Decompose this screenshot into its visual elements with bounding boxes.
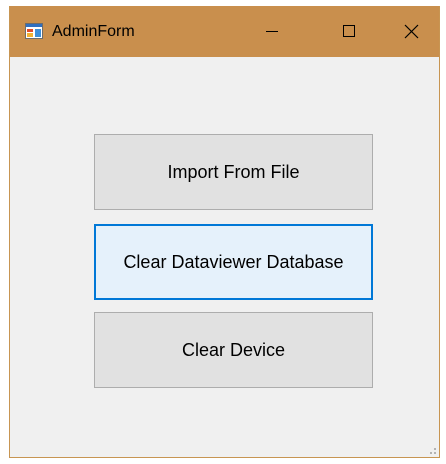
title-bar[interactable]: AdminForm [10, 6, 439, 57]
import-from-file-label: Import From File [167, 161, 300, 182]
resize-grip-icon[interactable] [427, 445, 437, 455]
import-from-file-button[interactable]: Import From File [94, 134, 373, 210]
minimize-icon [266, 31, 278, 32]
app-icon [25, 23, 43, 39]
maximize-button[interactable] [320, 6, 378, 57]
clear-dataviewer-database-label: Clear Dataviewer Database [123, 251, 344, 272]
close-button[interactable] [383, 6, 441, 57]
minimize-button[interactable] [242, 6, 300, 57]
admin-form-window: AdminForm Import From File Clear Datavie… [9, 6, 440, 458]
window-title: AdminForm [52, 23, 135, 40]
clear-device-button[interactable]: Clear Device [94, 312, 373, 388]
clear-dataviewer-database-button[interactable]: Clear Dataviewer Database [94, 224, 373, 300]
maximize-icon [343, 25, 355, 37]
close-icon [404, 24, 419, 39]
clear-device-label: Clear Device [181, 339, 286, 360]
